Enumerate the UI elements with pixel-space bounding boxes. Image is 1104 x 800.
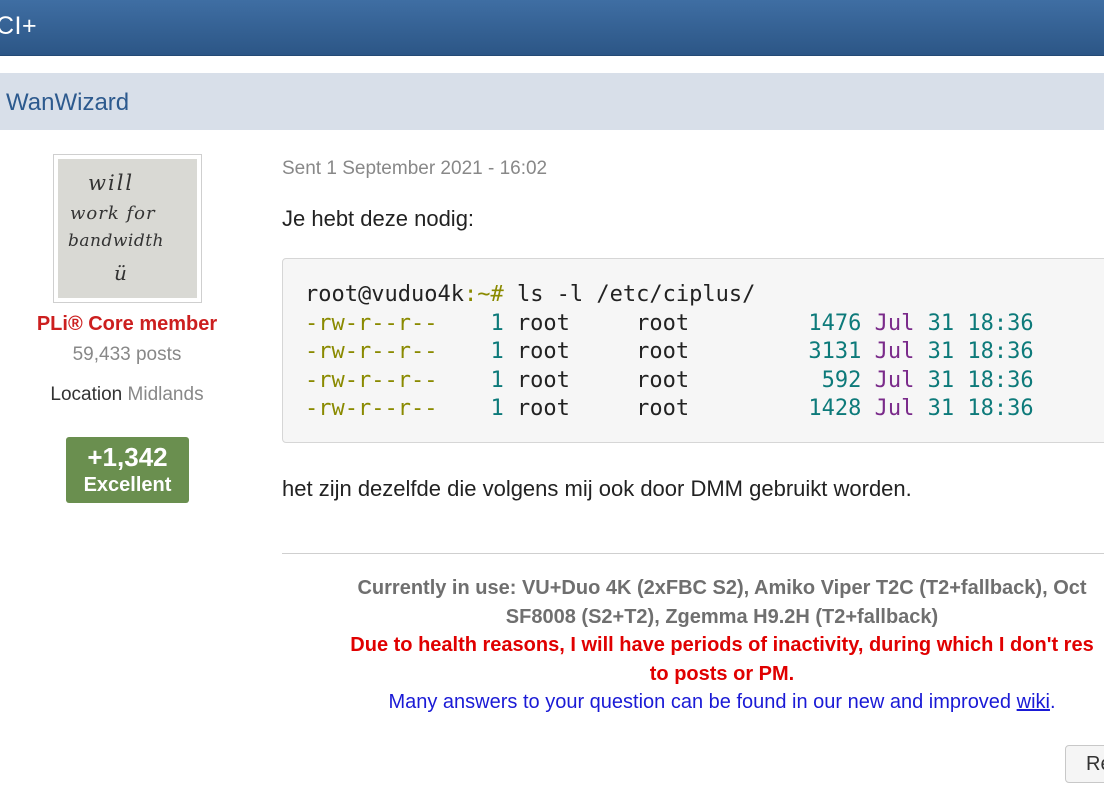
code-month: Jul	[874, 367, 915, 393]
avatar-note: will work for bandwidth ü	[58, 159, 197, 298]
signature-wiki-end: .	[1049, 691, 1056, 714]
avatar-text-line: work for	[70, 203, 156, 224]
code-content: root@vuduo4k:~# ls -l /etc/ciplus/ -rw-r…	[305, 281, 1034, 424]
post-date: Sent 1 September 2021 - 16:02	[282, 158, 548, 179]
code-size: 1476	[808, 310, 862, 336]
user-role: PLi® Core member	[36, 313, 218, 335]
code-day: 31	[927, 310, 955, 336]
code-group: root	[636, 367, 690, 393]
code-time: 18:36	[967, 339, 1034, 365]
code-links: 1	[490, 339, 504, 365]
signature-wiki-text: Many answers to your question can be fou…	[388, 691, 1017, 714]
post-text: het zijn dezelfde die volgens mij ook do…	[282, 476, 912, 501]
code-time: 18:36	[967, 367, 1034, 393]
code-owner: root	[516, 310, 570, 336]
reputation-badge[interactable]: +1,342 Excellent	[66, 437, 189, 503]
code-size: 592	[821, 367, 862, 393]
code-perms: -rw-r--r--	[305, 339, 438, 365]
code-prompt-sep: :~#	[463, 282, 504, 307]
avatar[interactable]: will work for bandwidth ü	[53, 154, 202, 303]
code-links: 1	[490, 367, 504, 393]
code-owner: root	[516, 367, 570, 393]
signature-health-line: Due to health reasons, I will have perio…	[350, 634, 1094, 657]
code-size: 1428	[808, 396, 862, 422]
author-name-link[interactable]: WanWizard	[6, 89, 129, 117]
topic-title: CI+	[0, 12, 38, 40]
code-day: 31	[927, 339, 955, 365]
code-block: root@vuduo4k:~# ls -l /etc/ciplus/ -rw-r…	[282, 258, 1104, 443]
code-group: root	[636, 310, 690, 336]
post-author-bar	[0, 73, 1104, 130]
avatar-image: will work for bandwidth ü	[58, 159, 197, 298]
reply-button[interactable]: Re	[1065, 745, 1104, 783]
signature-divider	[282, 553, 1104, 554]
top-navigation-bar: CI+	[0, 0, 1104, 56]
user-post-count: 59,433 posts	[72, 344, 182, 365]
code-prompt-user: root@vuduo4k	[305, 282, 464, 307]
signature: Currently in use: VU+Duo 4K (2xFBC S2), …	[282, 574, 1104, 717]
signature-equipment-line: Currently in use: VU+Duo 4K (2xFBC S2), …	[357, 577, 1087, 599]
code-month: Jul	[874, 339, 915, 365]
reputation-label: Excellent	[83, 474, 172, 496]
signature-equipment-line: SF8008 (S2+T2), Zgemma H9.2H (T2+fallbac…	[505, 605, 939, 628]
code-time: 18:36	[967, 310, 1034, 336]
code-group: root	[636, 396, 690, 422]
code-links: 1	[490, 396, 504, 422]
code-size: 3131	[808, 339, 862, 365]
location-value: Midlands	[127, 384, 204, 405]
signature-health-line: to posts or PM.	[649, 662, 795, 685]
code-month: Jul	[874, 396, 915, 422]
wiki-link[interactable]: wiki	[1017, 691, 1050, 713]
code-perms: -rw-r--r--	[305, 310, 438, 336]
code-day: 31	[927, 396, 955, 422]
signature-wiki-note: Many answers to your question can be fou…	[282, 688, 1104, 717]
code-perms: -rw-r--r--	[305, 396, 438, 422]
reputation-count: +1,342	[87, 442, 168, 472]
code-links: 1	[490, 310, 504, 336]
code-group: root	[636, 339, 690, 365]
user-location: Location Midlands	[0, 384, 254, 406]
signature-health-notice: Due to health reasons, I will have perio…	[282, 631, 1104, 688]
code-day: 31	[927, 367, 955, 393]
code-time: 18:36	[967, 396, 1034, 422]
code-perms: -rw-r--r--	[305, 367, 438, 393]
post-text: Je hebt deze nodig:	[282, 206, 475, 231]
signature-equipment: Currently in use: VU+Duo 4K (2xFBC S2), …	[282, 574, 1104, 631]
location-label: Location	[50, 384, 123, 405]
avatar-text-line: will	[88, 171, 135, 195]
avatar-smiley: ü	[114, 261, 127, 285]
code-month: Jul	[874, 310, 915, 336]
code-owner: root	[516, 396, 570, 422]
code-owner: root	[516, 339, 570, 365]
code-command: ls -l /etc/ciplus/	[503, 282, 756, 307]
avatar-text-line: bandwidth	[68, 231, 164, 251]
